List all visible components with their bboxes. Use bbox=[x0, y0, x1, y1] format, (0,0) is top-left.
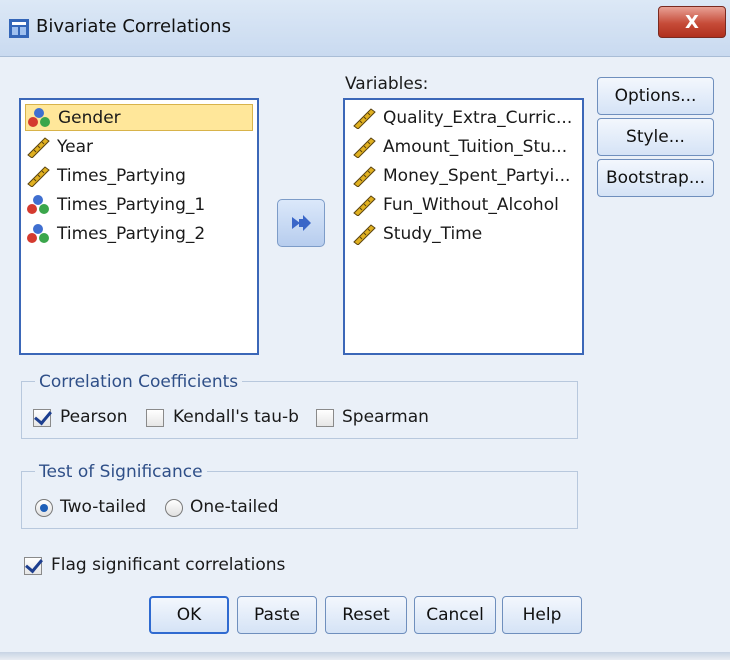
reset-button[interactable]: Reset bbox=[325, 596, 407, 634]
flag-significant-label: Flag significant correlations bbox=[51, 555, 286, 575]
variable-item-label: Money_Spent_Partyi... bbox=[383, 165, 571, 186]
bootstrap-button[interactable]: Bootstrap... bbox=[597, 159, 714, 197]
list-item-label: Times_Partying bbox=[57, 165, 186, 186]
list-item-year[interactable]: Year bbox=[25, 133, 253, 160]
nominal-icon bbox=[28, 107, 50, 127]
list-item-gender[interactable]: Gender bbox=[25, 104, 253, 131]
variable-item-study-time[interactable]: Study_Time bbox=[351, 220, 579, 247]
variable-item-fun-without-alcohol[interactable]: Fun_Without_Alcohol bbox=[351, 191, 579, 218]
list-item-times-partying[interactable]: Times_Partying bbox=[25, 162, 253, 189]
help-button[interactable]: Help bbox=[502, 596, 582, 634]
target-variable-list[interactable]: Quality_Extra_Curric... Amount_Tuition_S… bbox=[343, 98, 584, 355]
nominal-icon bbox=[27, 223, 49, 243]
variable-item-label: Study_Time bbox=[383, 223, 483, 244]
variable-item-amount-tuition[interactable]: Amount_Tuition_Stu... bbox=[351, 133, 579, 160]
cancel-button[interactable]: Cancel bbox=[414, 596, 496, 634]
variables-label: Variables: bbox=[345, 74, 429, 94]
scale-ruler-icon bbox=[27, 136, 50, 158]
window-title: Bivariate Correlations bbox=[36, 16, 231, 37]
two-tailed-label: Two-tailed bbox=[60, 497, 147, 517]
source-variable-list[interactable]: Gender Year Times_Partying Times_Partyin… bbox=[19, 98, 259, 355]
move-to-variables-button[interactable] bbox=[277, 199, 325, 247]
one-tailed-label: One-tailed bbox=[190, 497, 279, 517]
list-item-label: Gender bbox=[58, 107, 121, 128]
list-item-times-partying-1[interactable]: Times_Partying_1 bbox=[25, 191, 253, 218]
pearson-checkbox[interactable] bbox=[33, 409, 51, 427]
right-arrow-icon bbox=[292, 215, 311, 231]
spearman-checkbox[interactable] bbox=[316, 409, 334, 427]
scale-ruler-icon bbox=[353, 194, 376, 216]
list-item-label: Times_Partying_1 bbox=[57, 194, 206, 215]
list-item-label: Year bbox=[57, 136, 93, 157]
nominal-icon bbox=[27, 194, 49, 214]
correlation-coefficients-title: Correlation Coefficients bbox=[35, 372, 243, 392]
list-item-times-partying-2[interactable]: Times_Partying_2 bbox=[25, 220, 253, 247]
style-button[interactable]: Style... bbox=[597, 118, 714, 156]
flag-significant-checkbox[interactable] bbox=[24, 557, 42, 575]
ok-button[interactable]: OK bbox=[149, 596, 229, 634]
app-icon bbox=[9, 19, 29, 38]
variable-item-quality[interactable]: Quality_Extra_Curric... bbox=[351, 104, 579, 131]
close-button[interactable]: X bbox=[658, 6, 726, 38]
variable-item-label: Quality_Extra_Curric... bbox=[383, 107, 573, 128]
two-tailed-radio[interactable] bbox=[35, 499, 53, 517]
scale-ruler-icon bbox=[353, 165, 376, 187]
scale-ruler-icon bbox=[353, 223, 376, 245]
variable-item-label: Amount_Tuition_Stu... bbox=[383, 136, 568, 157]
variable-item-money-spent[interactable]: Money_Spent_Partyi... bbox=[351, 162, 579, 189]
variable-item-label: Fun_Without_Alcohol bbox=[383, 194, 559, 215]
paste-button[interactable]: Paste bbox=[237, 596, 317, 634]
dialog-bottom-edge bbox=[0, 652, 730, 660]
spearman-label: Spearman bbox=[342, 407, 429, 427]
bivariate-correlations-dialog: Bivariate Correlations X Gender Year Tim… bbox=[0, 0, 730, 660]
kendall-checkbox[interactable] bbox=[146, 409, 164, 427]
pearson-label: Pearson bbox=[60, 407, 128, 427]
test-of-significance-title: Test of Significance bbox=[35, 462, 207, 482]
kendall-label: Kendall's tau-b bbox=[173, 407, 299, 427]
one-tailed-radio[interactable] bbox=[165, 499, 183, 517]
title-bar: Bivariate Correlations X bbox=[0, 0, 730, 57]
close-icon: X bbox=[685, 11, 699, 33]
list-item-label: Times_Partying_2 bbox=[57, 223, 206, 244]
scale-ruler-icon bbox=[353, 107, 376, 129]
options-button[interactable]: Options... bbox=[597, 77, 714, 115]
scale-ruler-icon bbox=[27, 165, 50, 187]
scale-ruler-icon bbox=[353, 136, 376, 158]
